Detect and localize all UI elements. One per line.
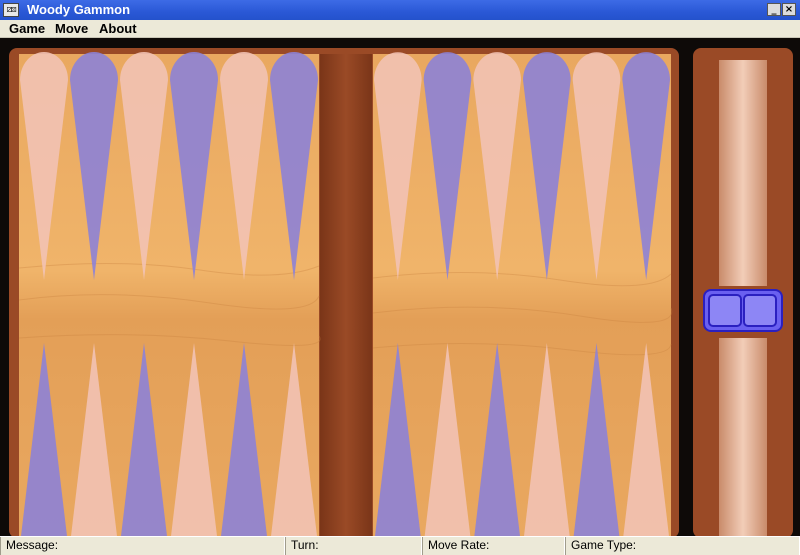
- left-field[interactable]: [19, 54, 319, 536]
- menu-move[interactable]: Move: [55, 21, 88, 36]
- window-title: Woody Gammon: [27, 2, 131, 17]
- menu-bar: Game Move About: [0, 20, 800, 38]
- die-right[interactable]: [743, 294, 777, 327]
- backgammon-board[interactable]: [0, 38, 800, 536]
- menu-game[interactable]: Game: [9, 21, 45, 36]
- menu-about[interactable]: About: [99, 21, 137, 36]
- close-button[interactable]: ×: [782, 3, 796, 16]
- minimize-button[interactable]: _: [767, 3, 781, 16]
- status-turn: Turn:: [285, 537, 422, 555]
- tray-bottom-slot[interactable]: [719, 338, 767, 536]
- status-move-rate: Move Rate:: [422, 537, 565, 555]
- status-game-type: Game Type:: [565, 537, 800, 555]
- title-bar: ⚂⚄ Woody Gammon _ ×: [0, 0, 800, 20]
- status-message: Message:: [0, 537, 285, 555]
- center-bar[interactable]: [320, 54, 372, 536]
- status-bar: Message: Turn: Move Rate: Game Type:: [0, 536, 800, 555]
- dice-icon[interactable]: ⚂⚄: [3, 3, 19, 17]
- board-area: [0, 38, 800, 536]
- dice-box[interactable]: [703, 289, 783, 332]
- right-field[interactable]: [373, 54, 671, 536]
- tray-top-slot[interactable]: [719, 60, 767, 286]
- die-left[interactable]: [708, 294, 742, 327]
